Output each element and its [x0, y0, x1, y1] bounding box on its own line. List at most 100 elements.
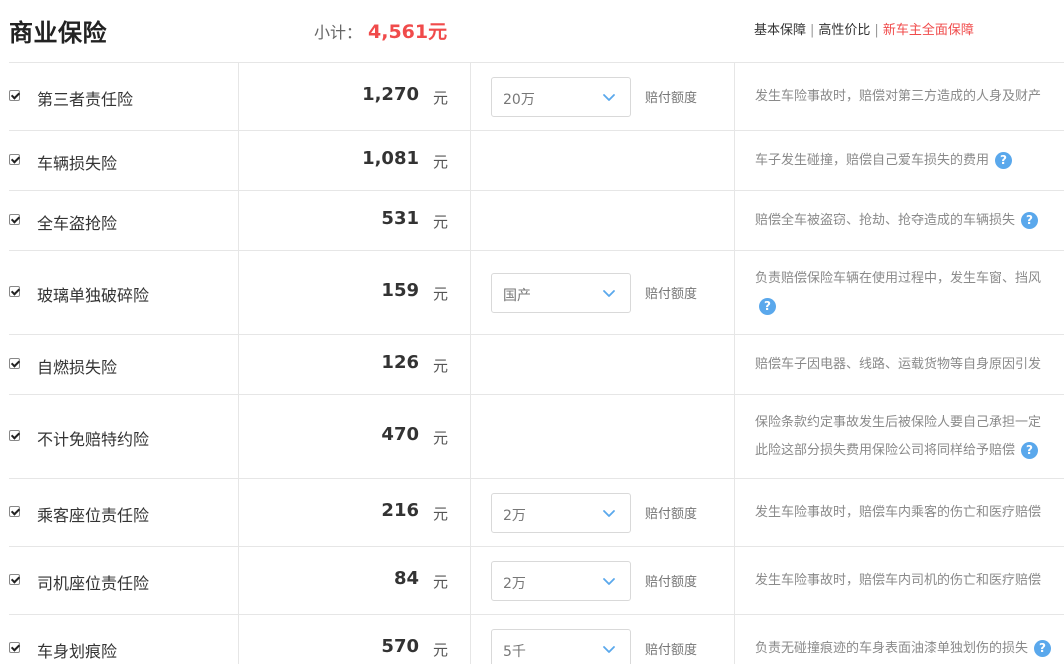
insurance-price: 84	[393, 568, 419, 589]
column-divider	[470, 63, 471, 130]
price-unit: 元	[433, 153, 449, 171]
insurance-price: 1,270	[362, 84, 419, 105]
insurance-name: 全车盗抢险	[37, 214, 118, 233]
insurance-description: 负责无碰撞痕迹的车身表面油漆单独划伤的损失?	[755, 635, 1064, 663]
insurance-name: 乘客座位责任险	[37, 506, 150, 525]
insurance-row: 车辆损失险 1,081 元 车子发生碰撞，赔偿自己爱车损失的费用?	[9, 130, 1064, 190]
insurance-description: 发生车险事故时，赔偿车内司机的伤亡和医疗赔偿	[755, 567, 1064, 595]
price-unit: 元	[433, 641, 449, 659]
column-divider	[238, 131, 239, 190]
column-divider	[470, 251, 471, 334]
column-divider	[734, 131, 735, 190]
question-mark-icon[interactable]: ?	[995, 152, 1013, 169]
plan-link-full[interactable]: 新车主全面保障	[883, 23, 974, 38]
insurance-price: 570	[381, 636, 419, 657]
description-line: 车子发生碰撞，赔偿自己爱车损失的费用	[755, 153, 990, 168]
coverage-select[interactable]: 5千	[491, 629, 631, 664]
price-unit: 元	[433, 357, 449, 375]
chevron-down-icon	[602, 90, 616, 104]
row-checkbox[interactable]	[9, 358, 23, 372]
column-divider	[238, 547, 239, 614]
page-title: 商业保险	[9, 19, 107, 47]
payout-label: 赔付额度	[645, 643, 698, 658]
insurance-price: 126	[381, 352, 419, 373]
checkmark-icon	[9, 574, 20, 585]
description-line: 赔偿车子因电器、线路、运载货物等自身原因引发	[755, 357, 1042, 372]
column-divider	[734, 615, 735, 664]
insurance-name: 司机座位责任险	[37, 574, 150, 593]
question-mark-icon[interactable]: ?	[1021, 212, 1039, 229]
column-divider	[734, 479, 735, 546]
insurance-table: 第三者责任险 1,270 元 20万赔付额度 发生车险事故时，赔偿对第三方造成的人身及财…	[9, 62, 1064, 664]
column-divider	[238, 479, 239, 546]
price-unit: 元	[433, 429, 449, 447]
checkmark-icon	[9, 214, 20, 225]
description-line: 发生车险事故时，赔偿车内乘客的伤亡和医疗赔偿	[755, 505, 1042, 520]
column-divider	[734, 547, 735, 614]
checkmark-icon	[9, 642, 20, 653]
column-divider	[238, 63, 239, 130]
description-line: 保险条款约定事故发生后被保险人要自己承担一定	[755, 415, 1042, 430]
column-divider	[238, 191, 239, 250]
insurance-price: 216	[381, 500, 419, 521]
checkmark-icon	[9, 286, 20, 297]
insurance-row: 第三者责任险 1,270 元 20万 赔付额度 发生车险事故时，赔偿对第三方造成的人身及财…	[9, 62, 1064, 130]
coverage-select-value: 国产	[503, 288, 531, 304]
subtotal-label: 小计：	[314, 23, 363, 42]
description-line: 发生车险事故时，赔偿对第三方造成的人身及财产	[755, 89, 1042, 104]
subtotal: 小计： 4,561元	[314, 17, 447, 44]
row-checkbox[interactable]	[9, 286, 23, 300]
plan-link-value[interactable]: 高性价比	[818, 23, 870, 38]
description-line: 负责无碰撞痕迹的车身表面油漆单独划伤的损失	[755, 641, 1029, 656]
coverage-select[interactable]: 国产	[491, 273, 631, 313]
description-line: 赔偿全车被盗窃、抢劫、抢夺造成的车辆损失	[755, 213, 1016, 228]
insurance-description: 车子发生碰撞，赔偿自己爱车损失的费用?	[755, 147, 1064, 175]
coverage-select-value: 2万	[503, 576, 526, 592]
question-mark-icon[interactable]: ?	[1021, 442, 1039, 459]
insurance-price: 1,081	[362, 148, 419, 169]
insurance-description: 赔偿全车被盗窃、抢劫、抢夺造成的车辆损失?	[755, 207, 1064, 235]
coverage-select-value: 20万	[503, 92, 535, 108]
coverage-select[interactable]: 2万	[491, 561, 631, 601]
row-checkbox[interactable]	[9, 154, 23, 168]
column-divider	[238, 615, 239, 664]
question-mark-icon[interactable]: ?	[759, 298, 776, 315]
row-checkbox[interactable]	[9, 574, 23, 588]
row-checkbox[interactable]	[9, 506, 23, 520]
column-divider	[734, 395, 735, 478]
insurance-name: 车辆损失险	[37, 154, 118, 173]
insurance-description: 负责赔偿保险车辆在使用过程中，发生车窗、挡风?	[755, 265, 1064, 321]
price-unit: 元	[433, 213, 449, 231]
insurance-description: 赔偿车子因电器、线路、运载货物等自身原因引发	[755, 351, 1064, 379]
column-divider	[470, 547, 471, 614]
row-checkbox[interactable]	[9, 430, 23, 444]
insurance-description: 发生车险事故时，赔偿车内乘客的伤亡和医疗赔偿	[755, 499, 1064, 527]
insurance-name: 不计免赔特约险	[37, 430, 150, 449]
plan-link-basic[interactable]: 基本保障	[754, 23, 806, 38]
column-divider	[734, 63, 735, 130]
chevron-down-icon	[602, 506, 616, 520]
description-line: ?	[755, 293, 1064, 321]
coverage-select-value: 2万	[503, 508, 526, 524]
column-divider	[734, 251, 735, 334]
question-mark-icon[interactable]: ?	[1034, 640, 1052, 657]
column-divider	[470, 131, 471, 190]
row-checkbox[interactable]	[9, 642, 23, 656]
coverage-select[interactable]: 2万	[491, 493, 631, 533]
column-divider	[238, 251, 239, 334]
checkmark-icon	[9, 90, 20, 101]
insurance-row: 车身划痕险 570 元 5千 赔付额度 负责无碰撞痕迹的车身表面油漆单独划伤的损失?	[9, 614, 1064, 664]
checkmark-icon	[9, 506, 20, 517]
insurance-row: 乘客座位责任险 216 元 2万 赔付额度 发生车险事故时，赔偿车内乘客的伤亡和医疗赔偿	[9, 478, 1064, 546]
insurance-name: 第三者责任险	[37, 90, 134, 109]
row-checkbox[interactable]	[9, 90, 23, 104]
payout-label: 赔付额度	[645, 507, 698, 522]
checkmark-icon	[9, 154, 20, 165]
insurance-name: 自燃损失险	[37, 358, 118, 377]
header: 商业保险 小计： 4,561元 基本保障 | 高性价比 | 新车主全面保障	[0, 0, 1064, 62]
description-line: 此险这部分损失费用保险公司将同样给予赔偿?	[755, 437, 1064, 465]
row-checkbox[interactable]	[9, 214, 23, 228]
coverage-select[interactable]: 20万	[491, 77, 631, 117]
chevron-down-icon	[602, 574, 616, 588]
column-divider	[470, 395, 471, 478]
